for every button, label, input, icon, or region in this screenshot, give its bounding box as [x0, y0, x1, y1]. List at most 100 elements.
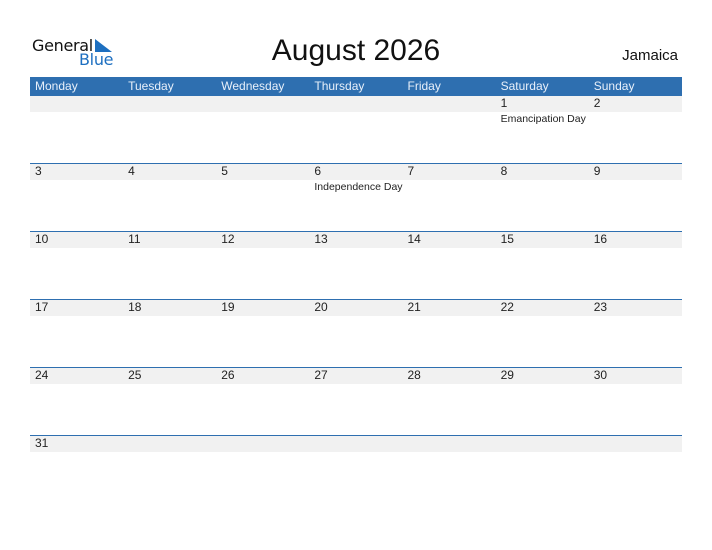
day-cell — [123, 436, 216, 503]
day-number: 19 — [221, 300, 235, 314]
day-number: 16 — [593, 232, 608, 246]
day-cell: 27 — [309, 368, 402, 435]
day-number: 7 — [407, 164, 415, 178]
day-number: 2 — [593, 96, 601, 110]
week-row: 17 18 19 20 21 22 23 — [30, 299, 682, 367]
week-row: 10 11 12 13 14 15 16 — [30, 231, 682, 299]
day-number — [221, 436, 309, 452]
day-cell: 20 — [309, 300, 402, 367]
day-cell: 24 — [30, 368, 123, 435]
week-row: 1 Emancipation Day 2 — [30, 96, 682, 163]
day-number: 22 — [500, 300, 514, 314]
day-number — [314, 96, 402, 112]
week-row: 31 — [30, 435, 682, 503]
day-cell: 4 — [123, 164, 216, 231]
week-cells: 17 18 19 20 21 22 23 — [30, 300, 682, 367]
day-number: 20 — [314, 300, 328, 314]
day-cell: 19 — [216, 300, 309, 367]
weekday-thursday: Thursday — [314, 79, 365, 93]
day-cell — [30, 96, 123, 163]
day-cell: 31 — [30, 436, 123, 503]
day-number — [35, 96, 123, 112]
day-number: 28 — [407, 368, 421, 382]
weekday-wednesday: Wednesday — [221, 79, 285, 93]
day-number: 21 — [407, 300, 421, 314]
week-cells: 3 4 5 6 Independence Day 7 8 9 — [30, 164, 682, 231]
day-number: 13 — [314, 232, 328, 246]
calendar-title: August 2026 — [271, 34, 441, 67]
day-number: 6 — [314, 164, 322, 178]
week-row: 24 25 26 27 28 29 30 — [30, 367, 682, 435]
day-number: 31 — [35, 436, 49, 450]
day-number: 10 — [35, 232, 49, 246]
day-cell: 12 — [216, 232, 309, 299]
day-number: 26 — [221, 368, 235, 382]
day-number: 3 — [35, 164, 42, 178]
day-cell — [216, 96, 309, 163]
day-number: 27 — [314, 368, 328, 382]
weekday-friday: Friday — [407, 79, 441, 93]
calendar-grid: Monday Tuesday Wednesday Thursday Friday… — [30, 77, 682, 503]
day-number: 25 — [128, 368, 142, 382]
day-cell: 3 — [30, 164, 123, 231]
day-cell: 28 — [403, 368, 496, 435]
day-cell: 5 — [216, 164, 309, 231]
day-cell — [403, 436, 496, 503]
day-number — [128, 436, 216, 452]
day-cell: 7 — [403, 164, 496, 231]
day-number: 15 — [500, 232, 514, 246]
day-number: 5 — [221, 164, 228, 178]
day-number: 14 — [407, 232, 421, 246]
day-cell: 6 Independence Day — [309, 164, 402, 231]
day-cell: 13 — [309, 232, 402, 299]
day-cell: 21 — [403, 300, 496, 367]
day-cell: 29 — [496, 368, 589, 435]
weekday-sunday: Sunday — [593, 79, 635, 93]
week-row: 3 4 5 6 Independence Day 7 8 9 — [30, 163, 682, 231]
day-cell: 16 — [589, 232, 682, 299]
day-cell: 25 — [123, 368, 216, 435]
day-number: 24 — [35, 368, 49, 382]
week-cells: 24 25 26 27 28 29 30 — [30, 368, 682, 435]
day-number: 30 — [593, 368, 608, 382]
day-number: 29 — [500, 368, 514, 382]
weekday-saturday: Saturday — [500, 79, 549, 93]
holiday-event: Emancipation Day — [500, 113, 586, 125]
day-cell: 23 — [589, 300, 682, 367]
day-number — [221, 96, 309, 112]
day-number: 17 — [35, 300, 49, 314]
day-number: 1 — [500, 96, 508, 110]
country-label: Jamaica — [622, 47, 678, 64]
weekday-tuesday: Tuesday — [128, 79, 174, 93]
day-cell: 14 — [403, 232, 496, 299]
day-cell — [496, 436, 589, 503]
day-number: 4 — [128, 164, 135, 178]
day-number — [314, 436, 402, 452]
day-number: 18 — [128, 300, 142, 314]
holiday-event: Independence Day — [314, 181, 403, 193]
week-cells: 1 Emancipation Day 2 — [30, 96, 682, 163]
day-cell: 11 — [123, 232, 216, 299]
day-cell — [216, 436, 309, 503]
week-cells: 31 — [30, 436, 682, 503]
weekday-monday: Monday — [35, 79, 78, 93]
day-cell: 10 — [30, 232, 123, 299]
day-cell: 8 — [496, 164, 589, 231]
week-cells: 10 11 12 13 14 15 16 — [30, 232, 682, 299]
weekday-header: Monday Tuesday Wednesday Thursday Friday… — [30, 77, 682, 96]
day-cell: 30 — [589, 368, 682, 435]
day-cell — [309, 96, 402, 163]
day-cell: 2 — [589, 96, 682, 163]
day-cell: 26 — [216, 368, 309, 435]
day-number — [594, 436, 682, 452]
day-cell: 17 — [30, 300, 123, 367]
day-number: 12 — [221, 232, 235, 246]
day-number: 8 — [500, 164, 508, 178]
day-cell — [403, 96, 496, 163]
weeks-container: 1 Emancipation Day 2 3 4 5 6 Independence Day 7 8… — [30, 96, 682, 503]
day-cell — [123, 96, 216, 163]
day-cell: 1 Emancipation Day — [496, 96, 589, 163]
day-number: 11 — [128, 232, 141, 246]
day-cell: 18 — [123, 300, 216, 367]
day-number: 9 — [593, 164, 601, 178]
